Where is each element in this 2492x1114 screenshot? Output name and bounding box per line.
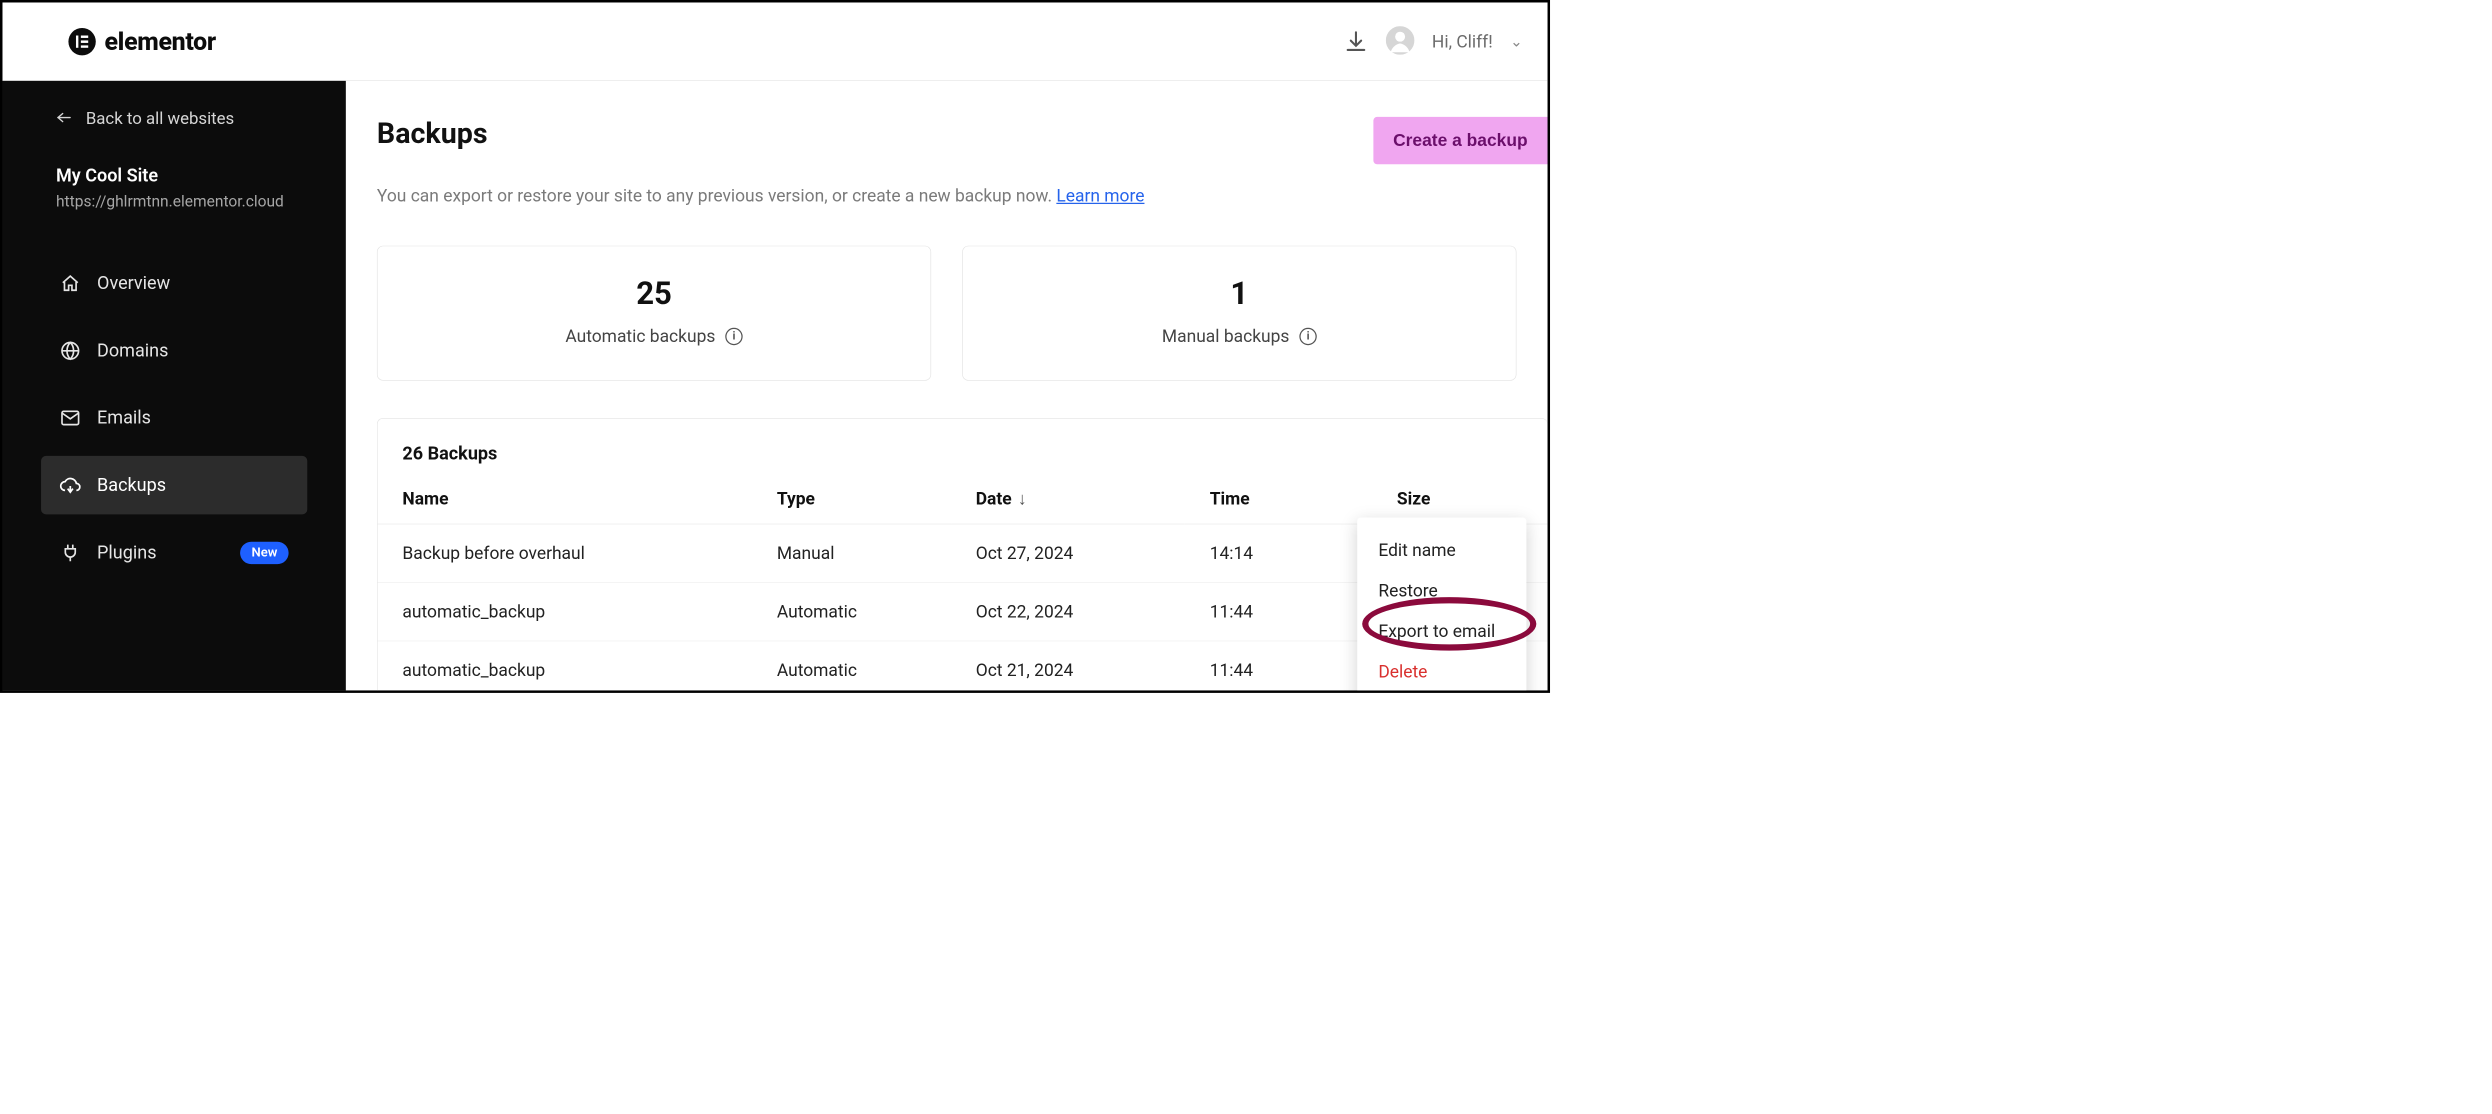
cell-name: automatic_backup: [378, 583, 752, 641]
create-backup-button[interactable]: Create a backup: [1373, 117, 1547, 164]
globe-icon: [60, 340, 81, 361]
automatic-label: Automatic backups: [565, 326, 715, 347]
column-date[interactable]: Date↓: [951, 482, 1185, 524]
menu-restore[interactable]: Restore: [1357, 570, 1526, 610]
cell-type: Automatic: [752, 641, 951, 690]
column-type[interactable]: Type: [752, 482, 951, 524]
page-subtitle: You can export or restore your site to a…: [377, 185, 1548, 206]
page-title: Backups: [377, 117, 488, 151]
stats-row: 25 Automatic backups i 1 Manual backups …: [377, 246, 1548, 381]
table-title: 26 Backups: [378, 443, 1548, 482]
column-name[interactable]: Name: [378, 482, 752, 524]
column-time[interactable]: Time: [1185, 482, 1372, 524]
site-url: https://ghlrmtnn.elementor.cloud: [56, 193, 346, 211]
sidebar-item-label: Plugins: [97, 542, 156, 563]
avatar-icon[interactable]: [1386, 26, 1415, 57]
topbar-right: Hi, Cliff! ⌄: [1344, 26, 1523, 57]
user-greeting[interactable]: Hi, Cliff!: [1432, 31, 1493, 52]
info-icon[interactable]: i: [725, 327, 742, 344]
back-label: Back to all websites: [86, 108, 234, 128]
content-area: Backups Create a backup You can export o…: [346, 81, 1548, 691]
chevron-down-icon[interactable]: ⌄: [1510, 33, 1523, 50]
manual-label: Manual backups: [1162, 326, 1289, 347]
page-header: Backups Create a backup: [377, 117, 1548, 164]
sidebar-item-overview[interactable]: Overview: [41, 254, 307, 312]
sidebar: Back to all websites My Cool Site https:…: [2, 81, 345, 691]
cell-time: 11:44: [1185, 583, 1372, 641]
main-layout: Back to all websites My Cool Site https:…: [2, 81, 1547, 691]
cell-date: Oct 21, 2024: [951, 641, 1185, 690]
cell-name: automatic_backup: [378, 641, 752, 690]
sidebar-item-domains[interactable]: Domains: [41, 322, 307, 380]
stat-card-manual: 1 Manual backups i: [962, 246, 1516, 381]
cell-type: Manual: [752, 524, 951, 582]
sort-descending-icon: ↓: [1018, 488, 1027, 509]
back-to-websites-link[interactable]: Back to all websites: [2, 108, 345, 165]
sidebar-item-plugins[interactable]: Plugins New: [41, 523, 307, 583]
row-context-menu: Edit name Restore Export to email Delete: [1357, 518, 1526, 691]
automatic-count: 25: [396, 276, 912, 312]
menu-export-email[interactable]: Export to email: [1357, 611, 1526, 651]
cell-name: Backup before overhaul: [378, 524, 752, 582]
sidebar-item-backups[interactable]: Backups: [41, 456, 307, 514]
home-icon: [60, 273, 81, 294]
cell-date: Oct 27, 2024: [951, 524, 1185, 582]
plug-icon: [60, 542, 81, 563]
mail-icon: [60, 407, 81, 428]
cloud-backup-icon: [60, 475, 81, 496]
brand-name: elementor: [104, 27, 215, 56]
sidebar-nav: Overview Domains Emails Backups: [2, 239, 345, 582]
menu-delete[interactable]: Delete: [1357, 651, 1526, 690]
arrow-left-icon: [56, 108, 72, 128]
cell-time: 11:44: [1185, 641, 1372, 690]
cell-type: Automatic: [752, 583, 951, 641]
sidebar-item-label: Backups: [97, 475, 166, 496]
brand-logo[interactable]: elementor: [68, 27, 215, 56]
sidebar-item-label: Emails: [97, 407, 151, 428]
cell-time: 14:14: [1185, 524, 1372, 582]
site-name: My Cool Site: [56, 165, 346, 186]
subtitle-text: You can export or restore your site to a…: [377, 185, 1056, 206]
top-bar: elementor Hi, Cliff! ⌄: [2, 2, 1547, 80]
sidebar-item-emails[interactable]: Emails: [41, 389, 307, 447]
menu-edit-name[interactable]: Edit name: [1357, 530, 1526, 570]
sidebar-item-label: Overview: [97, 273, 170, 294]
new-badge: New: [240, 542, 288, 564]
learn-more-link[interactable]: Learn more: [1056, 185, 1144, 206]
stat-card-automatic: 25 Automatic backups i: [377, 246, 931, 381]
manual-count: 1: [982, 276, 1498, 312]
sidebar-item-label: Domains: [97, 340, 168, 361]
cell-date: Oct 22, 2024: [951, 583, 1185, 641]
download-icon[interactable]: [1344, 29, 1369, 54]
info-icon[interactable]: i: [1299, 327, 1316, 344]
site-info: My Cool Site https://ghlrmtnn.elementor.…: [2, 165, 345, 239]
elementor-logo-icon: [68, 28, 95, 55]
